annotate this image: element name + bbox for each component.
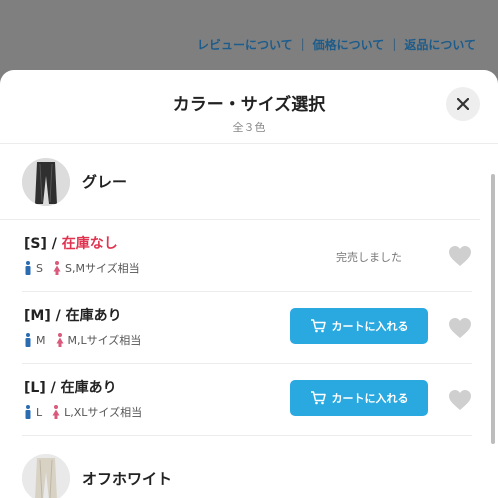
female-icon bbox=[53, 261, 61, 275]
review-link[interactable]: レビューについて bbox=[197, 36, 293, 53]
product-thumbnail bbox=[22, 454, 70, 498]
scrollbar[interactable] bbox=[491, 174, 495, 444]
size-row-m: [M] / 在庫あり M M,Lサイズ相当 カートに入れる bbox=[22, 292, 472, 364]
top-links: レビューについて | 価格について | 返品について bbox=[0, 34, 498, 54]
add-to-cart-button[interactable]: カートに入れる bbox=[290, 380, 428, 416]
size-equivalence: M M,Lサイズ相当 bbox=[24, 332, 141, 348]
stock-status: 在庫あり bbox=[65, 308, 122, 324]
close-icon bbox=[457, 98, 469, 110]
size-name: [S] / bbox=[24, 236, 62, 252]
cart-button-label: カートに入れる bbox=[331, 320, 409, 333]
size-label: [M] / 在庫あり bbox=[24, 305, 122, 325]
size-row-l: [L] / 在庫あり L L,XLサイズ相当 カートに入れる bbox=[22, 364, 472, 436]
size-label: [S] / 在庫なし bbox=[24, 233, 118, 253]
return-link[interactable]: 返品について bbox=[404, 36, 476, 53]
add-to-cart-button[interactable]: カートに入れる bbox=[290, 308, 428, 344]
price-link[interactable]: 価格について bbox=[313, 36, 385, 53]
link-separator: | bbox=[392, 37, 397, 51]
size-name: [M] / bbox=[24, 308, 66, 324]
male-icon bbox=[25, 261, 31, 275]
male-icon bbox=[25, 405, 31, 419]
stock-status: 在庫あり bbox=[60, 380, 117, 396]
size-name: [L] / bbox=[24, 380, 61, 396]
color-name: グレー bbox=[82, 173, 128, 191]
sheet-header: カラー・サイズ選択 全３色 bbox=[0, 70, 498, 144]
color-count: 全３色 bbox=[232, 121, 266, 134]
size-equivalence: S S,Mサイズ相当 bbox=[24, 260, 140, 276]
cart-icon bbox=[310, 319, 326, 333]
sold-out-text: 完売しました bbox=[336, 251, 402, 264]
color-name: オフホワイト bbox=[82, 469, 173, 488]
cart-icon bbox=[310, 391, 326, 405]
men-size: L bbox=[36, 405, 43, 419]
size-row-s: [S] / 在庫なし S S,Mサイズ相当 完売しました bbox=[22, 220, 472, 292]
cart-button-label: カートに入れる bbox=[331, 392, 409, 405]
women-size: S,Mサイズ相当 bbox=[64, 262, 140, 275]
women-size: L,XLサイズ相当 bbox=[64, 406, 143, 419]
favorite-heart-icon[interactable] bbox=[448, 245, 472, 267]
color-row-gray[interactable]: グレー bbox=[0, 144, 480, 220]
size-equivalence: L L,XLサイズ相当 bbox=[24, 404, 142, 420]
selection-sheet: カラー・サイズ選択 全３色 グレー [S] / 在庫なし S S,Mサイズ相当 … bbox=[0, 70, 498, 498]
female-icon bbox=[56, 333, 63, 347]
color-row-offwhite[interactable]: オフホワイト bbox=[0, 440, 480, 498]
female-icon bbox=[52, 405, 60, 419]
men-size: S bbox=[36, 261, 43, 275]
link-separator: | bbox=[300, 37, 305, 51]
men-size: M bbox=[36, 333, 46, 347]
favorite-heart-icon[interactable] bbox=[448, 317, 472, 339]
sheet-title: カラー・サイズ選択 bbox=[172, 95, 326, 115]
product-thumbnail bbox=[22, 157, 70, 206]
favorite-heart-icon[interactable] bbox=[448, 389, 472, 411]
male-icon bbox=[25, 333, 31, 347]
close-button[interactable] bbox=[446, 87, 480, 121]
size-label: [L] / 在庫あり bbox=[24, 377, 117, 397]
women-size: M,Lサイズ相当 bbox=[67, 334, 142, 347]
stock-status: 在庫なし bbox=[61, 236, 118, 252]
